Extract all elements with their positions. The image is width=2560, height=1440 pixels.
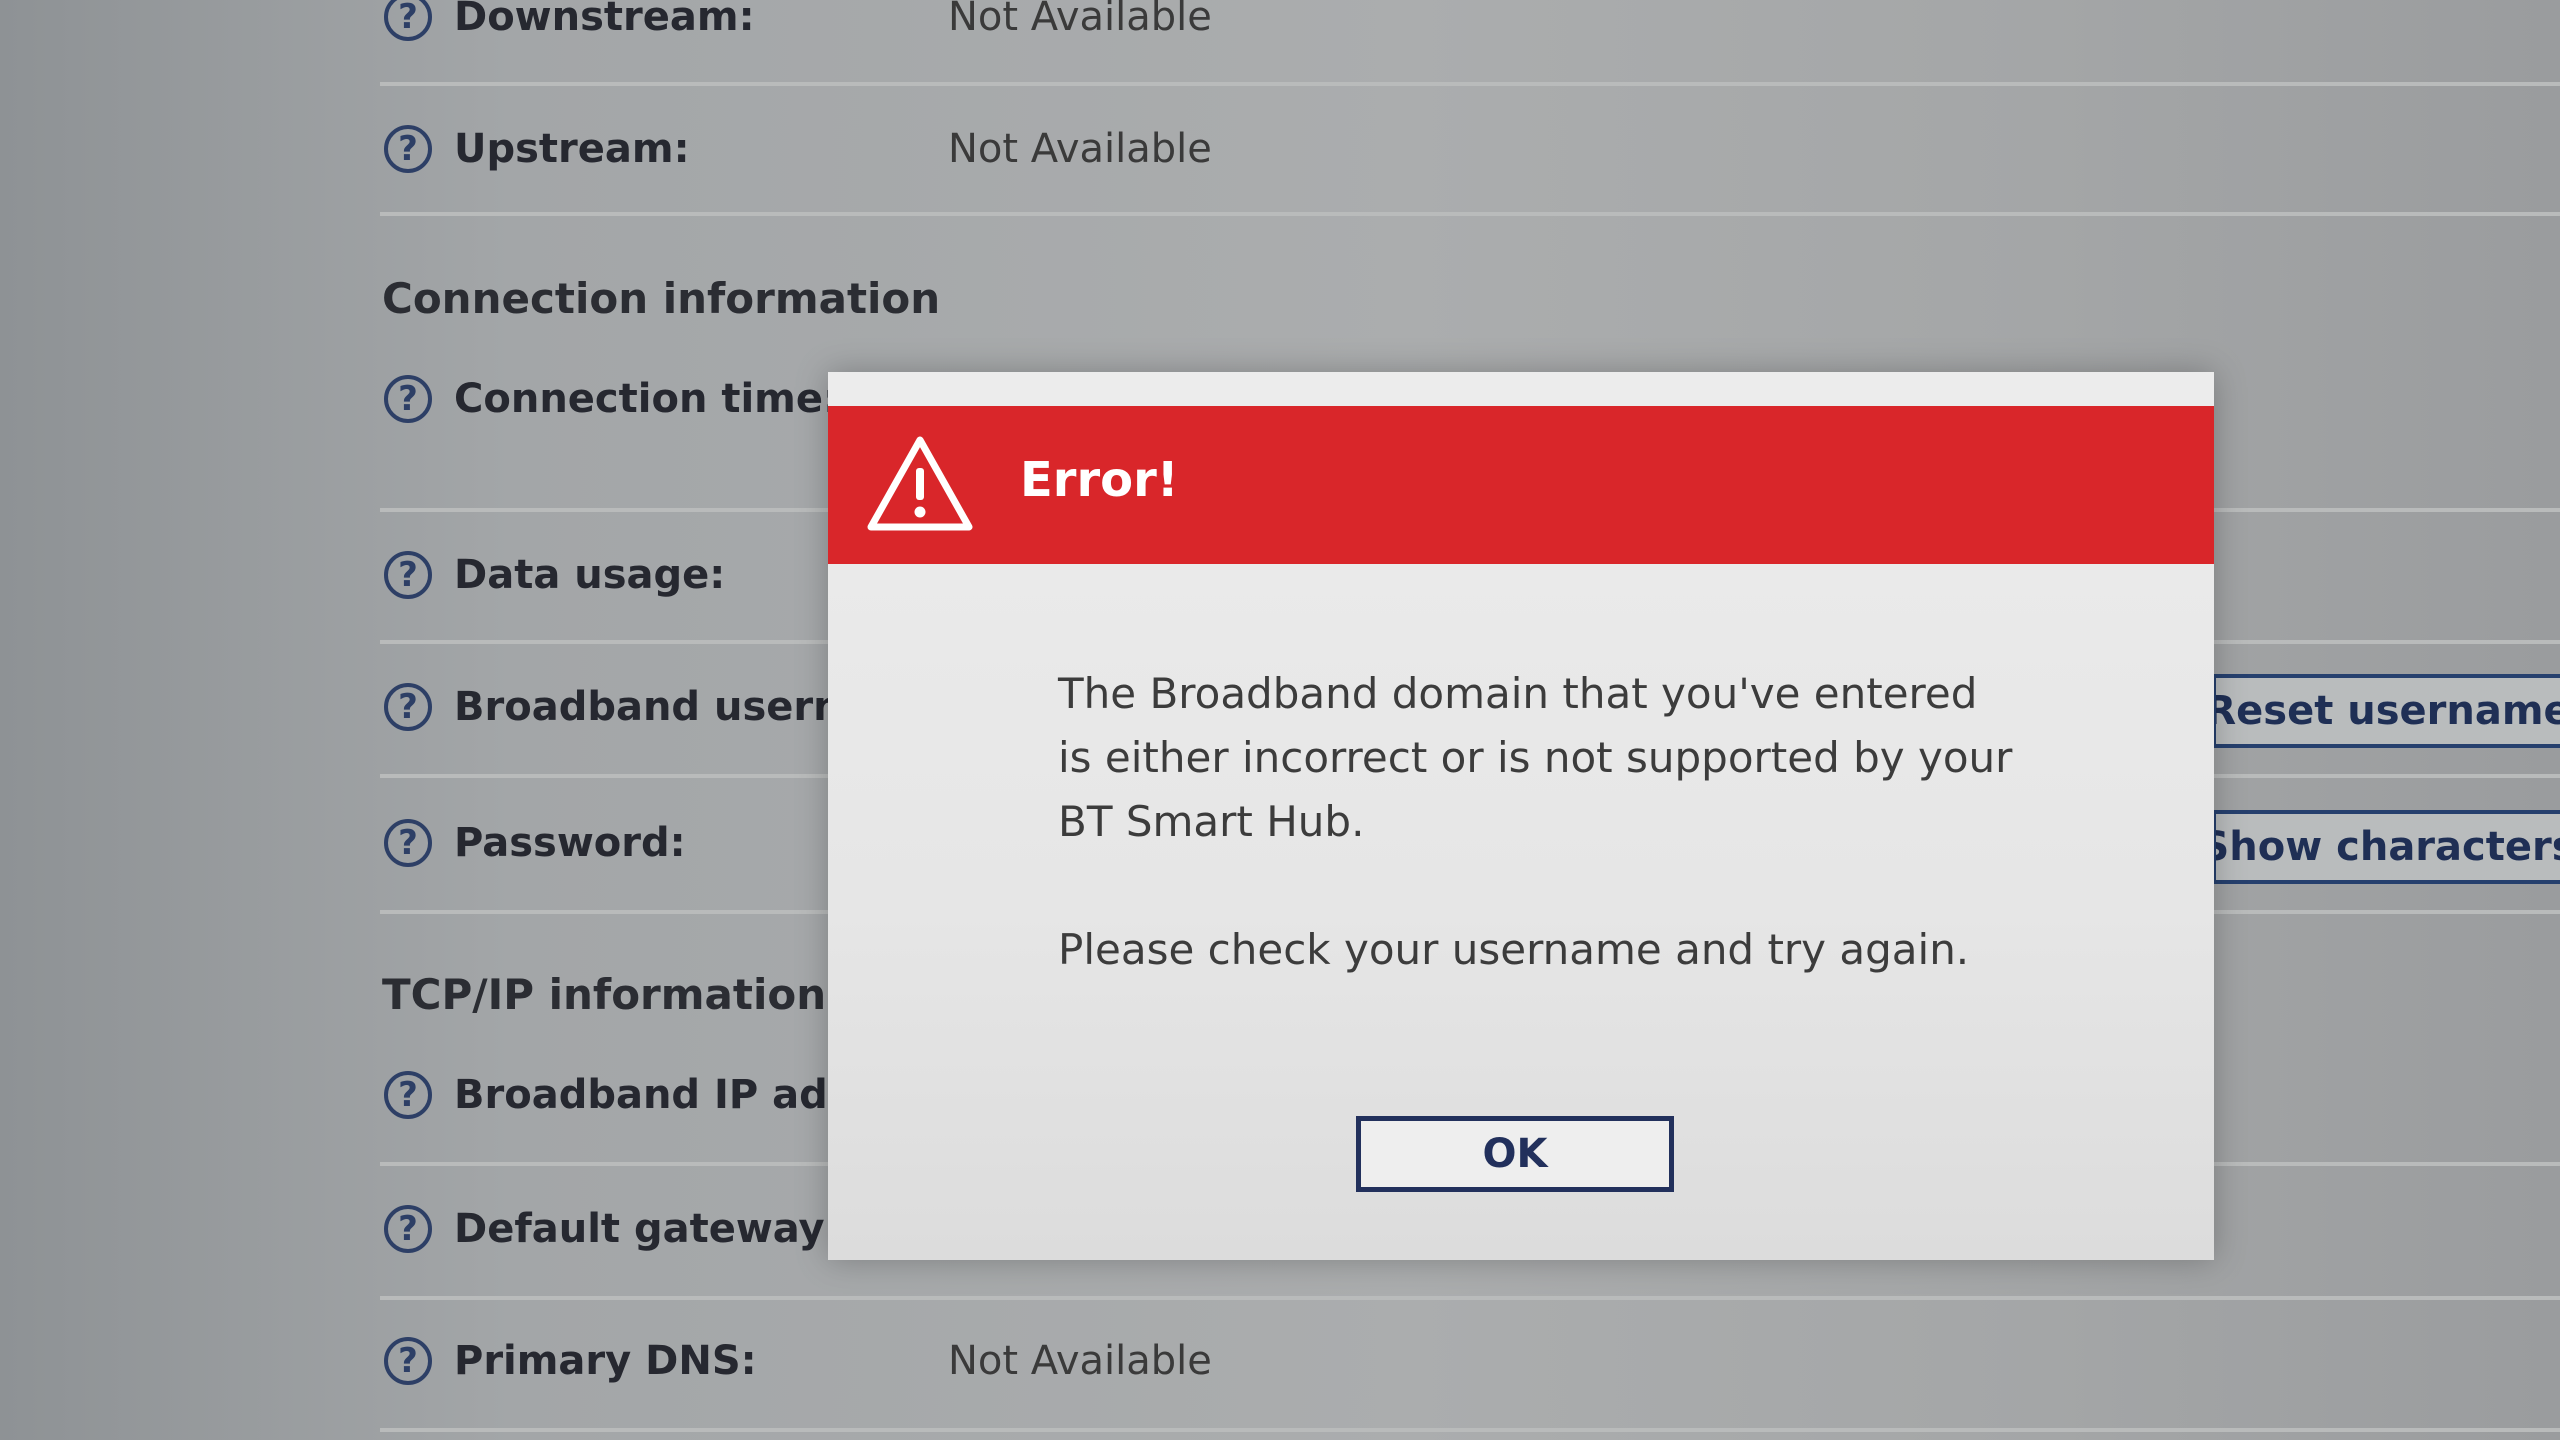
tcpip-information-heading: TCP/IP information [382, 970, 827, 1019]
broadband-ip-address-row: ? Broadband IP addre [384, 1060, 903, 1130]
downstream-row: ? Downstream: Not Available [384, 0, 1212, 52]
downstream-value: Not Available [948, 0, 1212, 40]
primary-dns-row: ? Primary DNS: Not Available [384, 1326, 1212, 1396]
help-icon[interactable]: ? [384, 1337, 432, 1385]
help-icon[interactable]: ? [384, 0, 432, 41]
dialog-message-line: Please check your username and try again… [1058, 925, 1970, 974]
upstream-row: ? Upstream: Not Available [384, 114, 1212, 184]
primary-dns-value: Not Available [948, 1338, 1212, 1384]
default-gateway-label: Default gateway: [454, 1206, 841, 1252]
ok-button[interactable]: OK [1356, 1116, 1674, 1192]
help-icon[interactable]: ? [384, 683, 432, 731]
upstream-label: Upstream: [454, 126, 690, 172]
default-gateway-row: ? Default gateway: [384, 1194, 841, 1264]
help-icon[interactable]: ? [384, 1205, 432, 1253]
help-icon[interactable]: ? [384, 819, 432, 867]
connection-time-row: ? Connection time: [384, 364, 839, 434]
help-icon[interactable]: ? [384, 1071, 432, 1119]
help-icon[interactable]: ? [384, 125, 432, 173]
dialog-message: The Broadband domain that you've entered… [1058, 662, 2018, 982]
show-characters-button[interactable]: Show characters [2212, 810, 2560, 884]
reset-username-button[interactable]: Reset username [2212, 674, 2560, 748]
help-icon[interactable]: ? [384, 551, 432, 599]
connection-time-label: Connection time: [454, 376, 839, 422]
primary-dns-label: Primary DNS: [454, 1338, 757, 1384]
divider [380, 1296, 2560, 1300]
divider [380, 1428, 2560, 1432]
error-dialog-header: Error! [828, 406, 2214, 564]
divider [380, 212, 2560, 216]
connection-information-heading: Connection information [382, 274, 941, 323]
upstream-value: Not Available [948, 126, 1212, 172]
password-label: Password: [454, 820, 686, 866]
help-icon[interactable]: ? [384, 375, 432, 423]
dialog-title: Error! [1020, 452, 1179, 508]
password-row: ? Password: [384, 808, 686, 878]
error-dialog: Error! The Broadband domain that you've … [828, 372, 2214, 1260]
dialog-message-line: The Broadband domain that you've entered… [1058, 669, 2013, 846]
data-usage-label: Data usage: [454, 552, 726, 598]
downstream-label: Downstream: [454, 0, 755, 40]
warning-triangle-icon [867, 436, 973, 531]
divider [380, 82, 2560, 86]
data-usage-row: ? Data usage: [384, 540, 725, 610]
router-settings-page: ? Downstream: Not Available ? Upstream: … [0, 0, 2560, 1440]
